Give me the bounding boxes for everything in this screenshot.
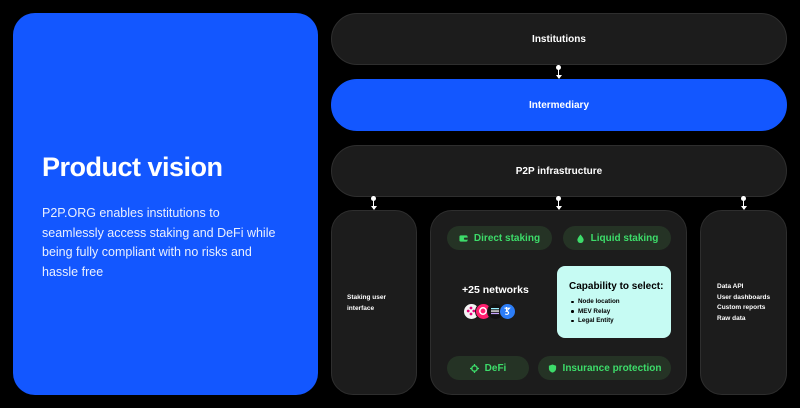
- defi-chip: DeFi: [447, 356, 529, 380]
- capability-item: Legal Entity: [571, 316, 620, 326]
- connector-to-data-card: [740, 196, 747, 210]
- capability-item: MEV Relay: [571, 307, 620, 317]
- connector-to-ui-card: [370, 196, 377, 210]
- capability-list: Node location MEV Relay Legal Entity: [571, 297, 620, 326]
- data-service-item: Raw data: [717, 314, 746, 322]
- connector-institutions-intermediary: [555, 65, 562, 79]
- institutions-layer: Institutions: [331, 13, 787, 65]
- droplet-icon: [576, 233, 584, 243]
- staking-ui-text: Staking user interface: [347, 293, 386, 314]
- wallet-icon: [459, 234, 468, 242]
- liquid-staking-label: Liquid staking: [590, 232, 659, 244]
- connector-to-staking-card: [555, 196, 562, 210]
- capability-title: Capability to select:: [569, 281, 664, 292]
- capability-item: Node location: [571, 297, 620, 307]
- intermediary-label: Intermediary: [528, 99, 590, 111]
- liquid-staking-chip: Liquid staking: [563, 226, 671, 250]
- hero-description: P2P.ORG enables institutions to seamless…: [42, 206, 276, 279]
- hero-title: Product vision: [42, 152, 223, 182]
- insurance-label: Insurance protection: [562, 362, 662, 374]
- staking-ui-line-2: interface: [347, 304, 375, 312]
- defi-label: DeFi: [484, 362, 507, 374]
- p2p-infrastructure-layer: P2P infrastructure: [331, 145, 787, 197]
- infrastructure-label: P2P infrastructure: [515, 165, 603, 177]
- gear-icon: [469, 363, 479, 373]
- capability-box: Capability to select: Node location MEV …: [557, 266, 671, 338]
- network-logos: [463, 303, 523, 321]
- data-service-item: User dashboards: [717, 293, 771, 301]
- direct-staking-chip: Direct staking: [447, 226, 552, 250]
- direct-staking-label: Direct staking: [473, 232, 541, 244]
- data-service-item: Data API: [717, 283, 744, 290]
- networks-count: +25 networks: [462, 284, 529, 296]
- institutions-label: Institutions: [532, 33, 586, 45]
- data-services-list: Data API User dashboards Custom reports …: [717, 282, 770, 324]
- intermediary-layer: Intermediary: [331, 79, 787, 131]
- tezos-logo-icon: [499, 303, 516, 320]
- insurance-chip: Insurance protection: [538, 356, 671, 380]
- staking-ui-line-1: Staking user: [347, 294, 387, 301]
- data-service-item: Custom reports: [717, 304, 766, 311]
- shield-icon: [548, 363, 556, 373]
